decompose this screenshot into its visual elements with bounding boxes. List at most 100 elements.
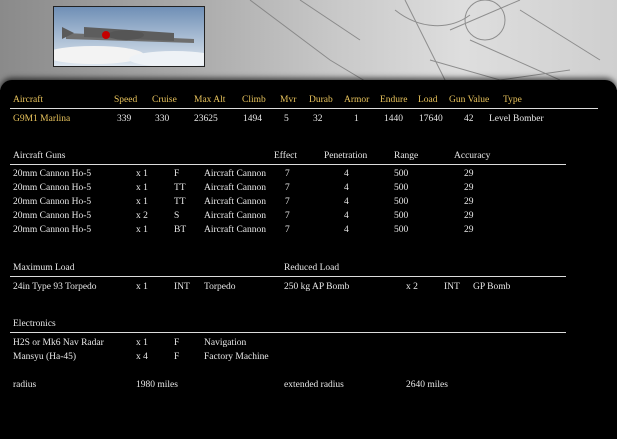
gun-range: 500 (394, 211, 409, 221)
reduced-load-type: GP Bomb (473, 282, 511, 292)
gun-penetration: 4 (344, 197, 349, 207)
gun-effect: 7 (285, 169, 290, 179)
gun-effect: 7 (285, 225, 290, 235)
gun-accuracy: 29 (464, 169, 474, 179)
gun-qty: x 1 (136, 197, 148, 207)
gun-class: Aircraft Cannon (204, 211, 266, 221)
gun-name: 20mm Cannon Ho-5 (13, 183, 92, 193)
gun-range: 500 (394, 197, 409, 207)
device-name: Mansyu (Ha-45) (13, 352, 77, 362)
armor-value: 1 (354, 114, 359, 124)
device-type: Navigation (204, 338, 247, 348)
speed-value: 339 (117, 114, 132, 124)
guns-col-effect: Effect (274, 151, 298, 161)
gun-range: 500 (394, 225, 409, 235)
aircraft-image (54, 7, 204, 66)
gun-qty: x 1 (136, 169, 148, 179)
durab-value: 32 (313, 114, 323, 124)
gun-effect: 7 (285, 183, 290, 193)
load-divider (10, 276, 566, 277)
radius-value: 1980 miles (136, 380, 178, 390)
gun-facing: S (174, 211, 180, 221)
reduced-load-mount: INT (444, 282, 460, 292)
col-mvr: Mvr (280, 95, 297, 105)
aircraft-thumbnail[interactable] (53, 6, 205, 67)
climb-value: 1494 (243, 114, 262, 124)
gun-facing: TT (174, 197, 186, 207)
unit-detail-screen: Aircraft Speed Cruise Max Alt Climb Mvr … (0, 0, 617, 439)
gun-class: Aircraft Cannon (204, 169, 266, 179)
gun-class: Aircraft Cannon (204, 225, 266, 235)
cruise-value: 330 (155, 114, 170, 124)
reduced-load-title: Reduced Load (284, 263, 340, 273)
gun-name: 20mm Cannon Ho-5 (13, 169, 92, 179)
device-facing: F (174, 352, 180, 362)
electronics-title: Electronics (13, 319, 56, 329)
gun-accuracy: 29 (464, 225, 474, 235)
gun-class: Aircraft Cannon (204, 197, 266, 207)
col-durab: Durab (309, 95, 333, 105)
col-max-alt: Max Alt (194, 95, 226, 105)
max-load-qty: x 1 (136, 282, 148, 292)
col-load: Load (418, 95, 438, 105)
mvr-value: 5 (284, 114, 289, 124)
gun-name: 20mm Cannon Ho-5 (13, 225, 92, 235)
guns-divider (10, 164, 566, 165)
gun-name: 20mm Cannon Ho-5 (13, 197, 92, 207)
extended-radius-value: 2640 miles (406, 380, 448, 390)
max-alt-value: 23625 (194, 114, 218, 124)
gun-qty: x 1 (136, 225, 148, 235)
hinomaru-roundel (102, 31, 110, 39)
gun-qty: x 2 (136, 211, 148, 221)
device-qty: x 1 (136, 338, 148, 348)
gun-qty: x 1 (136, 183, 148, 193)
guns-col-accuracy: Accuracy (454, 151, 491, 161)
radius-label: radius (13, 380, 37, 390)
type-value: Level Bomber (489, 114, 544, 124)
extended-radius-label: extended radius (284, 380, 344, 390)
gun-facing: F (174, 169, 180, 179)
gun-facing: BT (174, 225, 187, 235)
col-aircraft: Aircraft (13, 95, 44, 105)
gun-effect: 7 (285, 211, 290, 221)
gun-accuracy: 29 (464, 197, 474, 207)
device-type: Factory Machine (204, 352, 269, 362)
col-endure: Endure (380, 95, 408, 105)
col-armor: Armor (344, 95, 370, 105)
header-divider (10, 108, 598, 109)
col-gun-value: Gun Value (449, 95, 490, 105)
gun-range: 500 (394, 169, 409, 179)
col-cruise: Cruise (152, 95, 177, 105)
electronics-divider (10, 332, 566, 333)
device-qty: x 4 (136, 352, 148, 362)
gun-facing: TT (174, 183, 186, 193)
guns-col-range: Range (394, 151, 419, 161)
guns-title: Aircraft Guns (13, 151, 66, 161)
device-name: H2S or Mk6 Nav Radar (13, 338, 104, 348)
gun-penetration: 4 (344, 211, 349, 221)
device-facing: F (174, 338, 180, 348)
gun-penetration: 4 (344, 225, 349, 235)
gun-penetration: 4 (344, 183, 349, 193)
gun-range: 500 (394, 183, 409, 193)
gun-class: Aircraft Cannon (204, 183, 266, 193)
max-load-type: Torpedo (204, 282, 236, 292)
gun-penetration: 4 (344, 169, 349, 179)
reduced-load-qty: x 2 (406, 282, 418, 292)
reduced-load-weapon: 250 kg AP Bomb (284, 282, 350, 292)
blueprint-backdrop (0, 0, 617, 90)
max-load-mount: INT (174, 282, 190, 292)
gun-accuracy: 29 (464, 183, 474, 193)
load-value: 17640 (419, 114, 443, 124)
aircraft-name-link[interactable]: G9M1 Marlina (13, 114, 70, 124)
gun-name: 20mm Cannon Ho-5 (13, 211, 92, 221)
col-speed: Speed (114, 95, 138, 105)
gun-value-value: 42 (464, 114, 474, 124)
guns-col-penetration: Penetration (324, 151, 368, 161)
col-type: Type (503, 95, 522, 105)
max-load-title: Maximum Load (13, 263, 75, 273)
col-climb: Climb (242, 95, 266, 105)
gun-effect: 7 (285, 197, 290, 207)
gun-accuracy: 29 (464, 211, 474, 221)
max-load-weapon: 24in Type 93 Torpedo (13, 282, 97, 292)
